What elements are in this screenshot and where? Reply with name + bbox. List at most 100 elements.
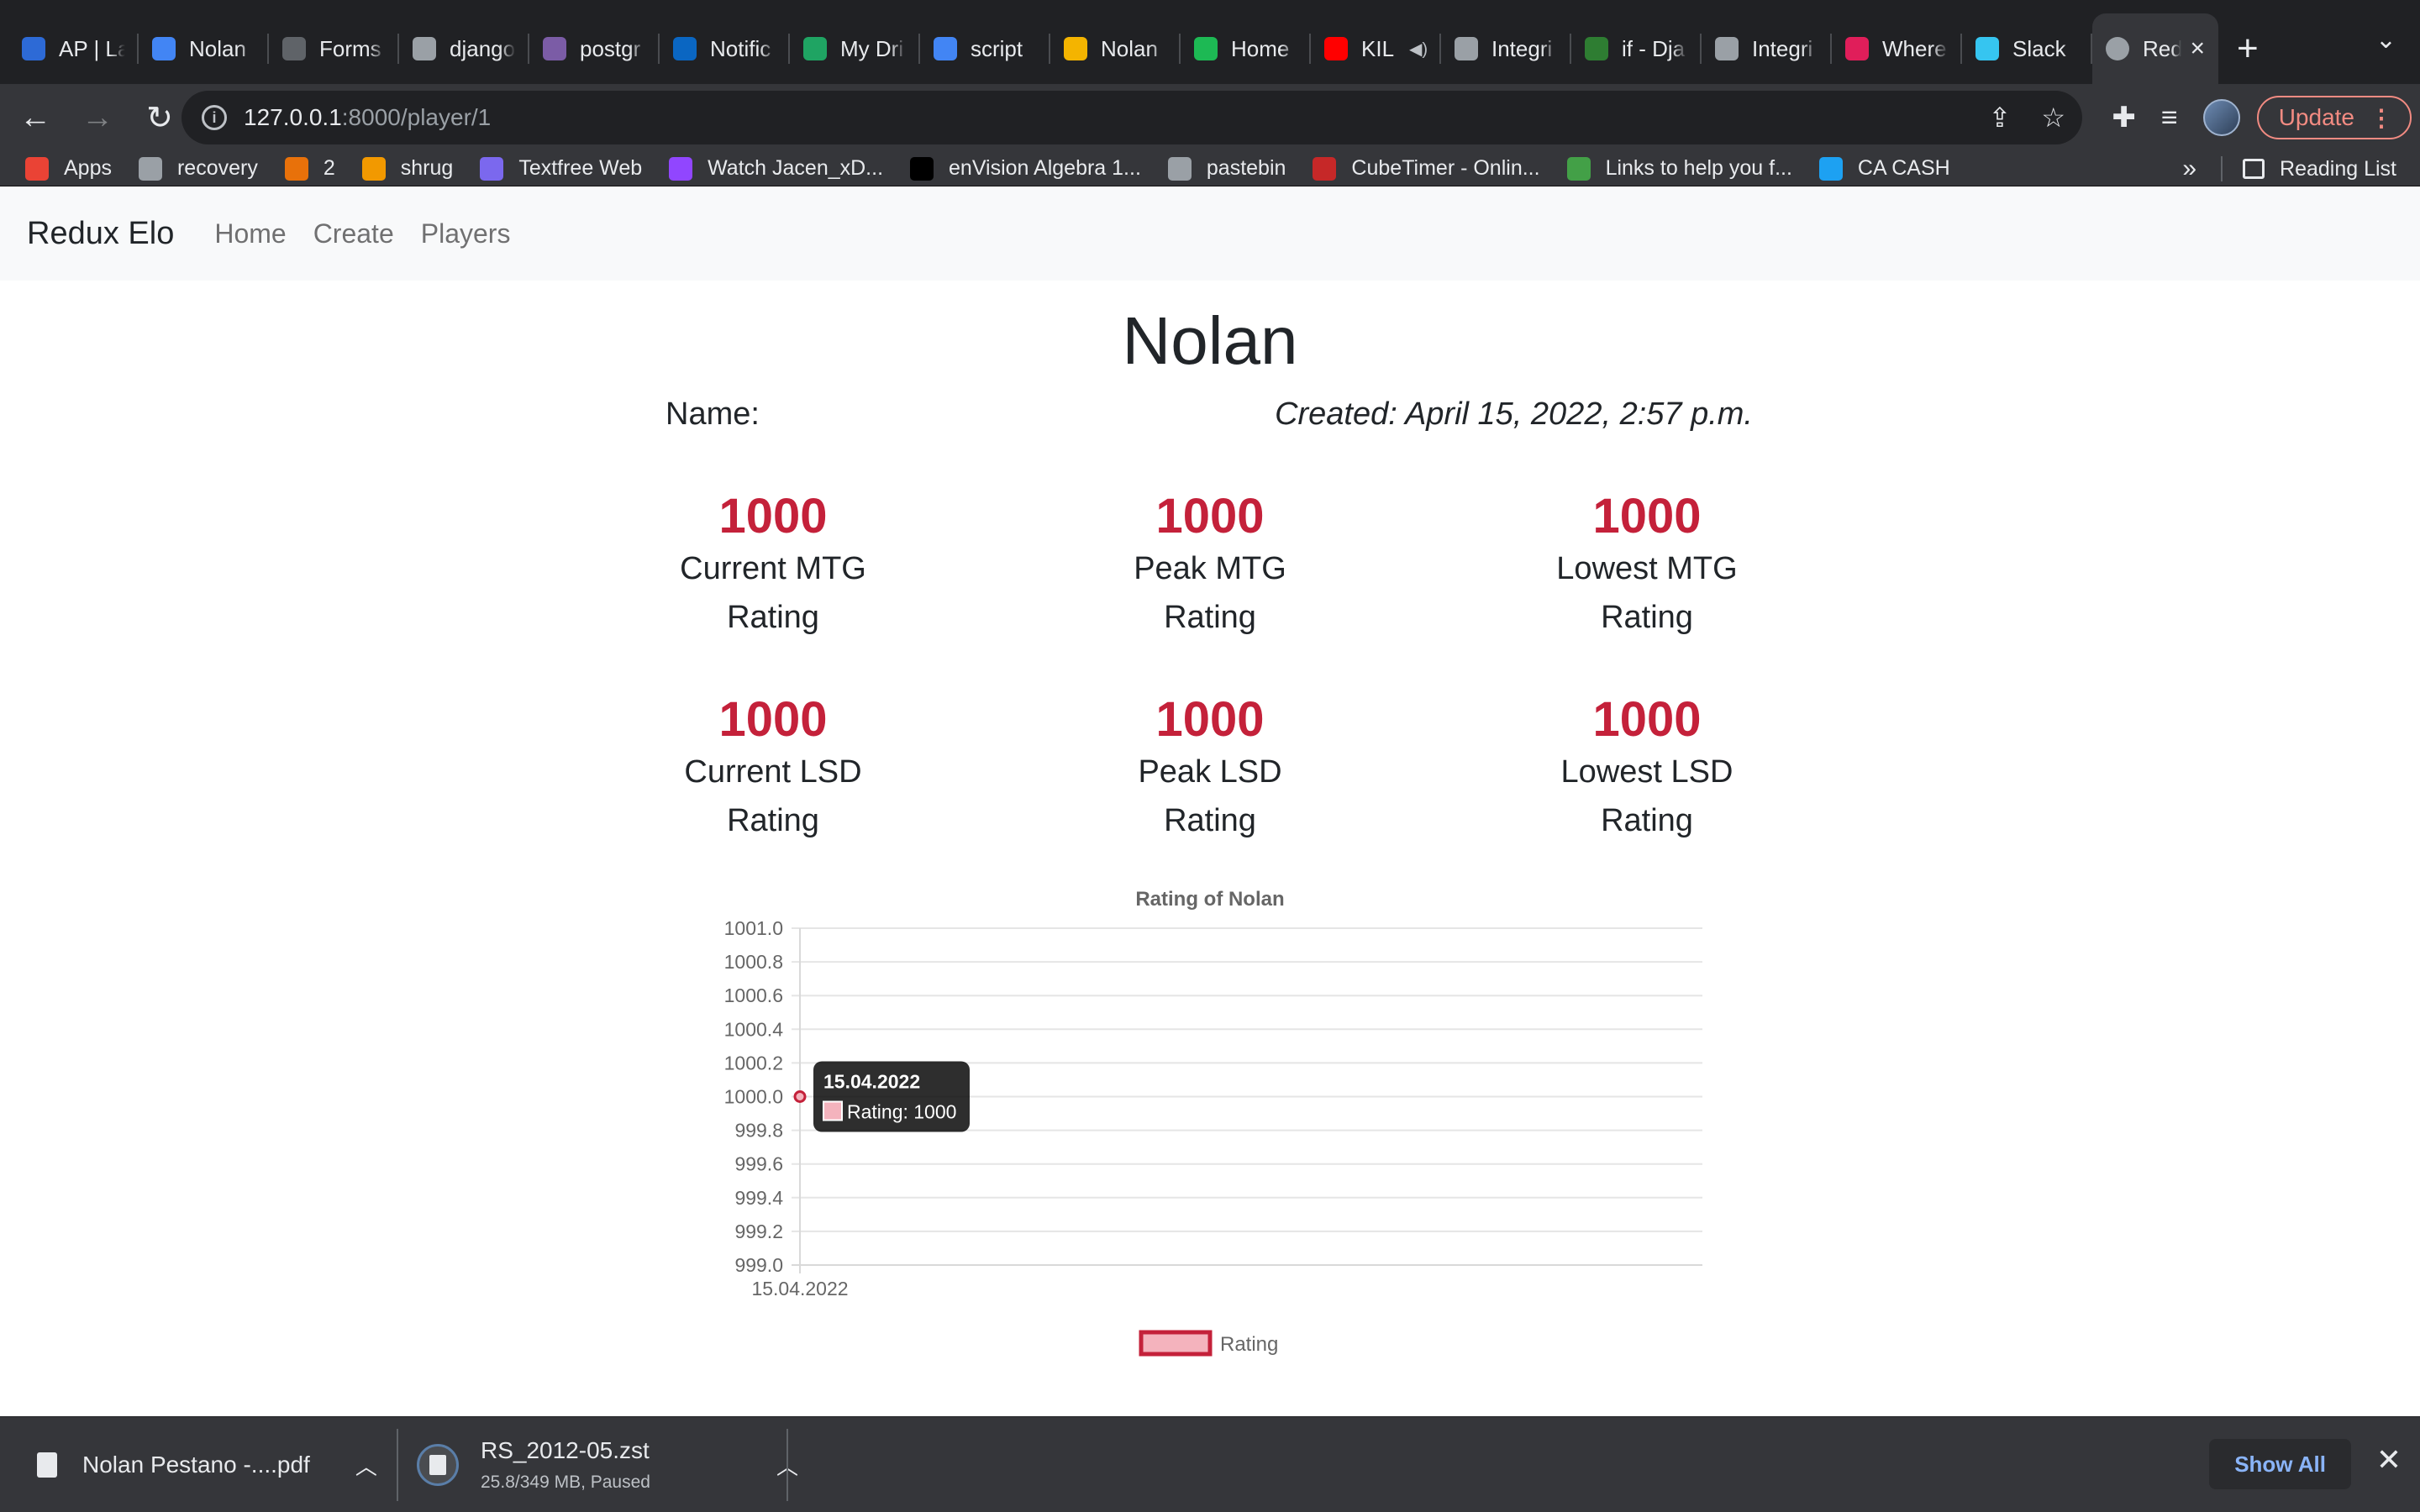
y-tick-label: 999.8 bbox=[734, 1120, 783, 1142]
rating-chart[interactable]: Rating of Nolan 1001.0 1000.8 1000.6 1000.4 1… bbox=[0, 186, 2420, 1416]
bookmark-label: CA CASH bbox=[1857, 156, 1950, 180]
bookmark-label: recovery bbox=[176, 156, 258, 180]
x-tick-label: 15.04.2022 bbox=[751, 1278, 848, 1299]
bookmark-item[interactable]: 2 bbox=[284, 156, 335, 181]
download-shelf: Nolan Pestano -....pdf ︿ RS_2012-05.zst … bbox=[0, 1416, 2420, 1512]
y-tick-label: 999.0 bbox=[734, 1254, 783, 1276]
tab-title: Integri bbox=[1491, 35, 1553, 61]
download-item[interactable]: RS_2012-05.zst 25.8/349 MB, Paused ︿ bbox=[417, 1417, 798, 1512]
y-tick-label: 1000.8 bbox=[724, 951, 783, 973]
bookmark-label: Apps bbox=[64, 156, 112, 180]
speaker-icon[interactable]: ◀) bbox=[1409, 39, 1428, 60]
bookmark-item[interactable]: Textfree Web bbox=[480, 156, 642, 181]
url-path: :8000/player/1 bbox=[341, 104, 492, 130]
tab-title: Nolan bbox=[1101, 35, 1158, 61]
download-item[interactable]: Nolan Pestano -....pdf ︿ bbox=[37, 1417, 377, 1512]
folder-icon bbox=[1167, 156, 1192, 181]
back-button[interactable]: ← bbox=[8, 91, 62, 144]
tab-title: Forms bbox=[319, 35, 381, 61]
bookmark-label: Links to help you f... bbox=[1605, 156, 1792, 180]
docs-icon bbox=[152, 37, 176, 60]
tab[interactable]: Nolan bbox=[139, 13, 269, 84]
tab-strip: AP | La Nolan Forms django postgr Notific My D… bbox=[0, 0, 2420, 84]
tab-search-chevron-icon[interactable]: ⌄ bbox=[2375, 25, 2396, 55]
reload-button[interactable]: ↻ bbox=[133, 91, 187, 144]
menu-dots-icon[interactable]: ⋮ bbox=[2370, 104, 2393, 132]
close-icon[interactable]: ✕ bbox=[2376, 1442, 2402, 1478]
bookmark-star-icon[interactable]: ☆ bbox=[2041, 102, 2065, 134]
bookmarks-bar: Apps recovery 2 shrug Textfree Web Watch Jace… bbox=[0, 151, 2420, 186]
profile-avatar[interactable] bbox=[2202, 99, 2240, 136]
bookmark-label: 2 bbox=[323, 156, 335, 180]
reading-list-button[interactable]: Reading List bbox=[2280, 157, 2396, 181]
bookmark-item[interactable]: shrug bbox=[361, 156, 453, 181]
bookmark-item[interactable]: CubeTimer - Onlin... bbox=[1313, 156, 1540, 181]
bookmark-label: pastebin bbox=[1206, 156, 1286, 180]
twitter-icon bbox=[1818, 156, 1843, 181]
y-tick-label: 1000.2 bbox=[724, 1052, 783, 1074]
tab-title: My Dri bbox=[840, 35, 904, 61]
tab[interactable]: Slack bbox=[1962, 13, 2092, 84]
tab[interactable]: Notific bbox=[660, 13, 790, 84]
tab-title: script bbox=[971, 35, 1023, 61]
bookmark-item[interactable]: Apps bbox=[25, 156, 112, 181]
bookmark-icon bbox=[284, 156, 308, 181]
bookmark-item[interactable]: CA CASH bbox=[1818, 156, 1950, 181]
tab[interactable]: django bbox=[399, 13, 529, 84]
chevron-up-icon[interactable]: ︿ bbox=[355, 1450, 377, 1481]
address-bar[interactable]: i 127.0.0.1 :8000/player/1 ⇪ ☆ bbox=[182, 91, 2082, 144]
tab-active[interactable]: Red × bbox=[2092, 13, 2218, 84]
bookmark-item[interactable]: Links to help you f... bbox=[1566, 156, 1792, 181]
url-host: 127.0.0.1 bbox=[244, 104, 342, 130]
tab[interactable]: AP | La bbox=[8, 13, 139, 84]
tab-title: django bbox=[450, 35, 516, 61]
tab[interactable]: if - Dja bbox=[1571, 13, 1702, 84]
tab[interactable]: Integri bbox=[1702, 13, 1832, 84]
new-tab-button[interactable]: + bbox=[2237, 13, 2259, 84]
browser-toolbar: ← → ↻ i 127.0.0.1 :8000/player/1 ⇪ ☆ ✚ ≡… bbox=[0, 84, 2420, 151]
y-tick-label: 999.4 bbox=[734, 1187, 783, 1209]
chat-icon bbox=[480, 156, 504, 181]
spotify-icon bbox=[1194, 37, 1218, 60]
globe-icon bbox=[1715, 37, 1739, 60]
bookmark-label: enVision Algebra 1... bbox=[949, 156, 1141, 180]
divider bbox=[786, 1429, 788, 1501]
bookmarks-overflow-icon[interactable]: » bbox=[2182, 155, 2196, 183]
tab[interactable]: script bbox=[920, 13, 1050, 84]
tooltip-body: Rating: 1000 bbox=[847, 1101, 956, 1123]
tab[interactable]: Integri bbox=[1441, 13, 1571, 84]
show-all-button[interactable]: Show All bbox=[2209, 1439, 2351, 1489]
file-icon bbox=[37, 1452, 57, 1478]
bookmark-item[interactable]: enVision Algebra 1... bbox=[910, 156, 1141, 181]
tab[interactable]: Forms bbox=[269, 13, 399, 84]
browser-window: AP | La Nolan Forms django postgr Notific My D… bbox=[0, 0, 2420, 1512]
bookmark-item[interactable]: Watch Jacen_xD... bbox=[669, 156, 883, 181]
update-button[interactable]: Update ⋮ bbox=[2256, 96, 2412, 139]
tab[interactable]: KIL ◀) bbox=[1311, 13, 1441, 84]
tab[interactable]: Home bbox=[1181, 13, 1311, 84]
tooltip-title: 15.04.2022 bbox=[823, 1071, 920, 1093]
tab-title: Where bbox=[1882, 35, 1947, 61]
close-tab-icon[interactable]: × bbox=[2190, 34, 2205, 63]
data-point bbox=[793, 1090, 807, 1103]
tab[interactable]: Where bbox=[1832, 13, 1962, 84]
slides-icon bbox=[1064, 37, 1087, 60]
tab-title: Notific bbox=[710, 35, 771, 61]
extensions-puzzle-icon[interactable]: ✚ bbox=[2112, 101, 2136, 134]
savvas-icon bbox=[910, 156, 934, 181]
bookmark-item[interactable]: pastebin bbox=[1167, 156, 1286, 181]
share-icon[interactable]: ⇪ bbox=[1989, 102, 2012, 134]
bookmark-item[interactable]: recovery bbox=[138, 156, 258, 181]
forward-button[interactable]: → bbox=[71, 91, 124, 144]
tab[interactable]: Nolan bbox=[1050, 13, 1181, 84]
apps-grid-icon bbox=[25, 156, 49, 181]
tab-title: Slack bbox=[2012, 35, 2066, 61]
media-control-icon[interactable]: ≡ bbox=[2161, 102, 2178, 134]
tab[interactable]: postgr bbox=[529, 13, 660, 84]
bookmarks-right: » Reading List bbox=[2182, 151, 2396, 186]
y-tick-label: 1001.0 bbox=[724, 917, 783, 939]
tab[interactable]: My Dri bbox=[790, 13, 920, 84]
y-tick-label: 1000.0 bbox=[724, 1086, 783, 1108]
bookmark-label: Textfree Web bbox=[518, 156, 643, 180]
site-info-icon[interactable]: i bbox=[202, 105, 227, 130]
